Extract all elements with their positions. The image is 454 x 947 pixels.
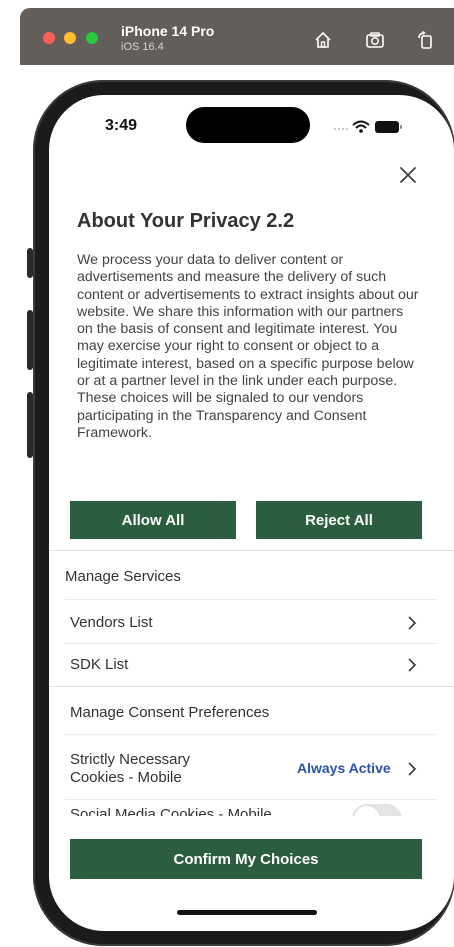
device-name: iPhone 14 Pro [121,23,215,39]
battery-icon [375,121,402,133]
signal-icon [334,128,348,130]
always-active-status: Always Active [297,760,391,776]
volume-down-button [27,392,33,458]
dialog-description: We process your data to deliver content … [77,252,419,441]
social-media-label: Social Media Cookies - Mobile [70,806,272,816]
phone-screen: 3:49 About Your Privacy 2.2 We process y… [49,95,454,931]
minimize-window-button[interactable] [64,32,76,44]
chevron-right-icon [408,658,417,672]
confirm-choices-button[interactable]: Confirm My Choices [70,839,422,879]
status-icons [331,117,411,137]
vendors-list-label: Vendors List [70,614,153,631]
volume-up-button [27,310,33,370]
simulator-title-bar: iPhone 14 Pro iOS 16.4 [20,8,454,65]
reject-all-button[interactable]: Reject All [256,501,422,539]
divider [49,550,454,551]
manage-services-heading: Manage Services [65,568,181,585]
social-media-toggle[interactable] [352,804,402,816]
sdk-list-label: SDK List [70,656,129,673]
divider [65,643,438,644]
manage-consent-heading: Manage Consent Preferences [70,704,270,721]
wifi-icon [352,120,370,133]
home-icon[interactable] [313,30,333,50]
chevron-right-icon [408,762,417,776]
toggle-knob [354,806,380,816]
strictly-necessary-label-line2: Cookies - Mobile [70,769,182,786]
divider [65,799,438,800]
chevron-right-icon [408,616,417,630]
status-time: 3:49 [105,117,138,134]
mute-switch [27,248,33,278]
close-icon[interactable] [396,163,420,187]
os-version: iOS 16.4 [121,41,164,53]
divider [65,599,438,600]
camera-icon[interactable] [365,30,385,50]
close-window-button[interactable] [43,32,55,44]
divider [49,686,454,687]
allow-all-button[interactable]: Allow All [70,501,236,539]
dialog-title: About Your Privacy 2.2 [77,210,295,232]
dynamic-island [186,107,310,143]
rotate-icon[interactable] [416,30,436,50]
home-indicator [177,910,317,915]
divider [65,734,438,735]
toggle-track [352,804,402,816]
strictly-necessary-label-line1: Strictly Necessary [70,751,191,768]
zoom-window-button[interactable] [86,32,98,44]
